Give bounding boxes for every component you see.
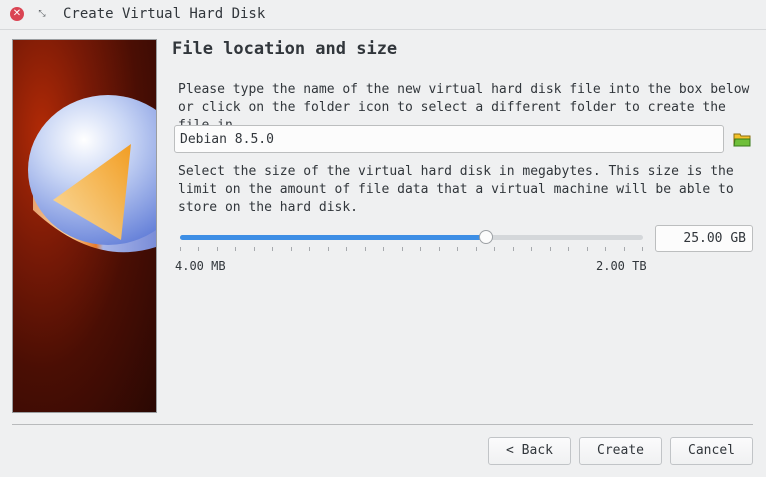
slider-tick [550, 247, 551, 251]
back-button[interactable]: < Back [488, 437, 571, 465]
slider-tick [605, 247, 606, 251]
size-slider[interactable] [180, 230, 643, 246]
hard-disk-illustration [28, 95, 156, 253]
slider-tick [642, 247, 643, 251]
slider-tick [513, 247, 514, 251]
folder-icon[interactable] [732, 129, 752, 149]
slider-tick [254, 247, 255, 251]
slider-tick [494, 247, 495, 251]
close-icon[interactable]: ✕ [10, 7, 24, 21]
slider-tick [402, 247, 403, 251]
slider-tick [568, 247, 569, 251]
window-title: Create Virtual Hard Disk [63, 6, 266, 22]
slider-tick [346, 247, 347, 251]
slider-tick [531, 247, 532, 251]
slider-tick [309, 247, 310, 251]
slider-tick [217, 247, 218, 251]
slider-tick [272, 247, 273, 251]
slider-tick [457, 247, 458, 251]
slider-tick [198, 247, 199, 251]
slider-tick [439, 247, 440, 251]
slider-tick [291, 247, 292, 251]
slider-tick [235, 247, 236, 251]
wizard-image [12, 39, 157, 413]
slider-tick [383, 247, 384, 251]
slider-tick [365, 247, 366, 251]
slider-tick [420, 247, 421, 251]
divider [12, 424, 753, 425]
max-size-label: 2.00 TB [596, 259, 647, 273]
slider-tick [587, 247, 588, 251]
cancel-button[interactable]: Cancel [670, 437, 753, 465]
slider-fill [180, 235, 486, 240]
slider-tick [624, 247, 625, 251]
page-title: File location and size [172, 39, 398, 59]
size-instructions: Select the size of the virtual hard disk… [178, 164, 734, 215]
slider-ticks [180, 247, 643, 253]
create-button[interactable]: Create [579, 437, 662, 465]
min-size-label: 4.00 MB [175, 259, 226, 273]
slider-tick [180, 247, 181, 251]
size-input[interactable] [655, 225, 753, 252]
filename-input[interactable] [174, 125, 724, 153]
slider-tick [328, 247, 329, 251]
slider-handle[interactable] [478, 230, 493, 244]
slider-tick [476, 247, 477, 251]
restore-icon[interactable]: ⤡ [36, 8, 48, 20]
title-bar: ✕ ⤡ Create Virtual Hard Disk [0, 0, 766, 30]
